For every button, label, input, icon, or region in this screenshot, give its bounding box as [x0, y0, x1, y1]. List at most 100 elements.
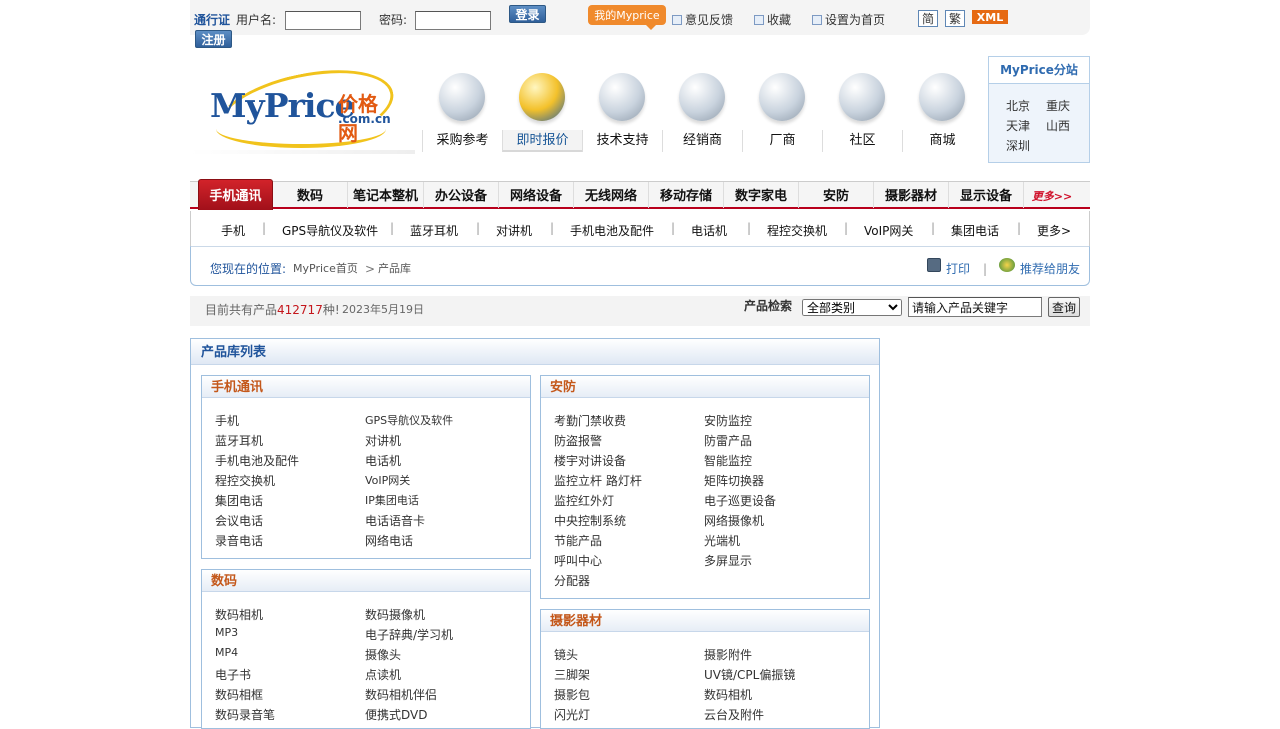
- subcategory-link[interactable]: 蓝牙耳机: [410, 222, 458, 239]
- login-button[interactable]: 登录: [509, 5, 546, 23]
- product-category-link[interactable]: 镜头: [554, 646, 578, 663]
- breadcrumb-home-link[interactable]: MyPrice首页: [293, 262, 358, 276]
- product-category-link[interactable]: 数码相框: [215, 686, 263, 703]
- subcategory-link[interactable]: 对讲机: [496, 222, 532, 239]
- product-category-link[interactable]: GPS导航仪及软件: [365, 412, 453, 428]
- product-category-link[interactable]: 节能产品: [554, 532, 602, 549]
- product-category-link[interactable]: 便携式DVD: [365, 706, 427, 723]
- product-category-link[interactable]: VoIP网关: [365, 472, 410, 488]
- category-tab-photography[interactable]: 摄影器材: [874, 182, 949, 208]
- subcategory-link[interactable]: VoIP网关: [864, 222, 913, 239]
- product-category-link[interactable]: 电子书: [215, 666, 251, 683]
- category-tab-wireless[interactable]: 无线网络: [574, 182, 649, 208]
- traditional-chinese-button[interactable]: 繁: [945, 10, 965, 27]
- category-more-link[interactable]: 更多>>: [1024, 182, 1080, 208]
- product-category-link[interactable]: 多屏显示: [704, 552, 752, 569]
- nav-dealers[interactable]: 经销商: [662, 68, 742, 154]
- product-category-link[interactable]: 数码录音笔: [215, 706, 275, 723]
- product-category-link[interactable]: 矩阵切换器: [704, 472, 764, 489]
- subcategory-link[interactable]: 电话机: [691, 222, 727, 239]
- nav-instant-quote[interactable]: 即时报价: [502, 68, 582, 154]
- category-tab-network[interactable]: 网络设备: [499, 182, 574, 208]
- product-keyword-input[interactable]: [908, 297, 1042, 317]
- product-category-link[interactable]: 手机电池及配件: [215, 452, 299, 469]
- my-myprice-button[interactable]: 我的Myprice: [588, 5, 666, 30]
- product-category-link[interactable]: 数码相机: [215, 606, 263, 623]
- product-category-link[interactable]: 呼叫中心: [554, 552, 602, 569]
- username-input[interactable]: [285, 11, 361, 30]
- nav-tech-support[interactable]: 技术支持: [582, 68, 662, 154]
- product-category-link[interactable]: 摄影包: [554, 686, 590, 703]
- register-button[interactable]: 注册: [195, 30, 232, 48]
- subcategory-link[interactable]: 手机: [221, 222, 245, 239]
- category-tab-home-electronics[interactable]: 数字家电: [724, 182, 799, 208]
- nav-mall[interactable]: 商城: [902, 68, 982, 154]
- product-category-link[interactable]: 对讲机: [365, 432, 401, 449]
- product-category-link[interactable]: MP4: [215, 646, 238, 659]
- favorite-link[interactable]: 收藏: [754, 13, 791, 27]
- category-select[interactable]: 全部类别: [802, 299, 902, 316]
- nav-purchase-guide[interactable]: 采购参考: [422, 68, 502, 154]
- product-category-link[interactable]: IP集团电话: [365, 492, 419, 508]
- product-category-link[interactable]: 分配器: [554, 572, 590, 589]
- product-category-link[interactable]: 电话语音卡: [365, 512, 425, 529]
- subcategory-link[interactable]: 手机电池及配件: [570, 222, 654, 239]
- product-category-link[interactable]: 光端机: [704, 532, 740, 549]
- product-category-link[interactable]: 网络摄像机: [704, 512, 764, 529]
- product-category-link[interactable]: MP3: [215, 626, 238, 639]
- product-category-link[interactable]: 点读机: [365, 666, 401, 683]
- product-category-link[interactable]: 录音电话: [215, 532, 263, 549]
- product-category-link[interactable]: 考勤门禁收费: [554, 412, 626, 429]
- branch-city-link[interactable]: 重庆: [1046, 97, 1070, 114]
- product-category-link[interactable]: 摄影附件: [704, 646, 752, 663]
- category-tab-digital[interactable]: 数码: [273, 182, 348, 208]
- product-category-link[interactable]: 闪光灯: [554, 706, 590, 723]
- product-category-link[interactable]: 监控红外灯: [554, 492, 614, 509]
- branch-city-link[interactable]: 山西: [1046, 117, 1070, 134]
- feedback-link[interactable]: 意见反馈: [672, 13, 733, 27]
- branch-city-link[interactable]: 深圳: [1006, 137, 1030, 154]
- nav-community[interactable]: 社区: [822, 68, 902, 154]
- category-tab-storage[interactable]: 移动存储: [649, 182, 724, 208]
- product-category-link[interactable]: 云台及附件: [704, 706, 764, 723]
- search-submit-button[interactable]: 查询: [1048, 297, 1080, 317]
- nav-manufacturers[interactable]: 厂商: [742, 68, 822, 154]
- product-category-link[interactable]: 楼宇对讲设备: [554, 452, 626, 469]
- branch-city-link[interactable]: 北京: [1006, 97, 1030, 114]
- product-category-link[interactable]: 数码相机: [704, 686, 752, 703]
- branch-city-link[interactable]: 天津: [1006, 117, 1030, 134]
- set-homepage-link[interactable]: 设置为首页: [812, 13, 885, 27]
- category-tab-office[interactable]: 办公设备: [424, 182, 499, 208]
- product-category-link[interactable]: 网络电话: [365, 532, 413, 549]
- product-category-link[interactable]: UV镜/CPL偏振镜: [704, 666, 795, 683]
- product-category-link[interactable]: 三脚架: [554, 666, 590, 683]
- product-category-link[interactable]: 数码摄像机: [365, 606, 425, 623]
- password-input[interactable]: [415, 11, 491, 30]
- product-category-link[interactable]: 防盗报警: [554, 432, 602, 449]
- category-tab-mobile[interactable]: 手机通讯: [198, 179, 273, 210]
- product-category-link[interactable]: 程控交换机: [215, 472, 275, 489]
- subcategory-more-link[interactable]: 更多>: [1037, 222, 1071, 239]
- product-category-link[interactable]: 电子辞典/学习机: [365, 626, 453, 643]
- category-tab-notebook[interactable]: 笔记本整机: [348, 182, 424, 208]
- product-category-link[interactable]: 集团电话: [215, 492, 263, 509]
- product-category-link[interactable]: 电话机: [365, 452, 401, 469]
- product-category-link[interactable]: 电子巡更设备: [704, 492, 776, 509]
- category-tab-display[interactable]: 显示设备: [949, 182, 1024, 208]
- subcategory-link[interactable]: GPS导航仪及软件: [282, 222, 378, 239]
- product-category-link[interactable]: 安防监控: [704, 412, 752, 429]
- product-category-link[interactable]: 数码相机伴侣: [365, 686, 437, 703]
- category-tab-security[interactable]: 安防: [799, 182, 874, 208]
- product-category-link[interactable]: 手机: [215, 412, 239, 429]
- subcategory-link[interactable]: 集团电话: [951, 222, 999, 239]
- product-category-link[interactable]: 防雷产品: [704, 432, 752, 449]
- product-category-link[interactable]: 中央控制系统: [554, 512, 626, 529]
- xml-feed-button[interactable]: XML: [972, 10, 1008, 24]
- product-category-link[interactable]: 监控立杆 路灯杆: [554, 472, 642, 489]
- product-category-link[interactable]: 智能监控: [704, 452, 752, 469]
- site-logo[interactable]: MyPrice 价格网 .com.cn: [209, 56, 401, 166]
- subcategory-link[interactable]: 程控交换机: [767, 222, 827, 239]
- print-link[interactable]: 打印: [927, 258, 970, 276]
- product-category-link[interactable]: 摄像头: [365, 646, 401, 663]
- simplified-chinese-button[interactable]: 简: [918, 10, 938, 27]
